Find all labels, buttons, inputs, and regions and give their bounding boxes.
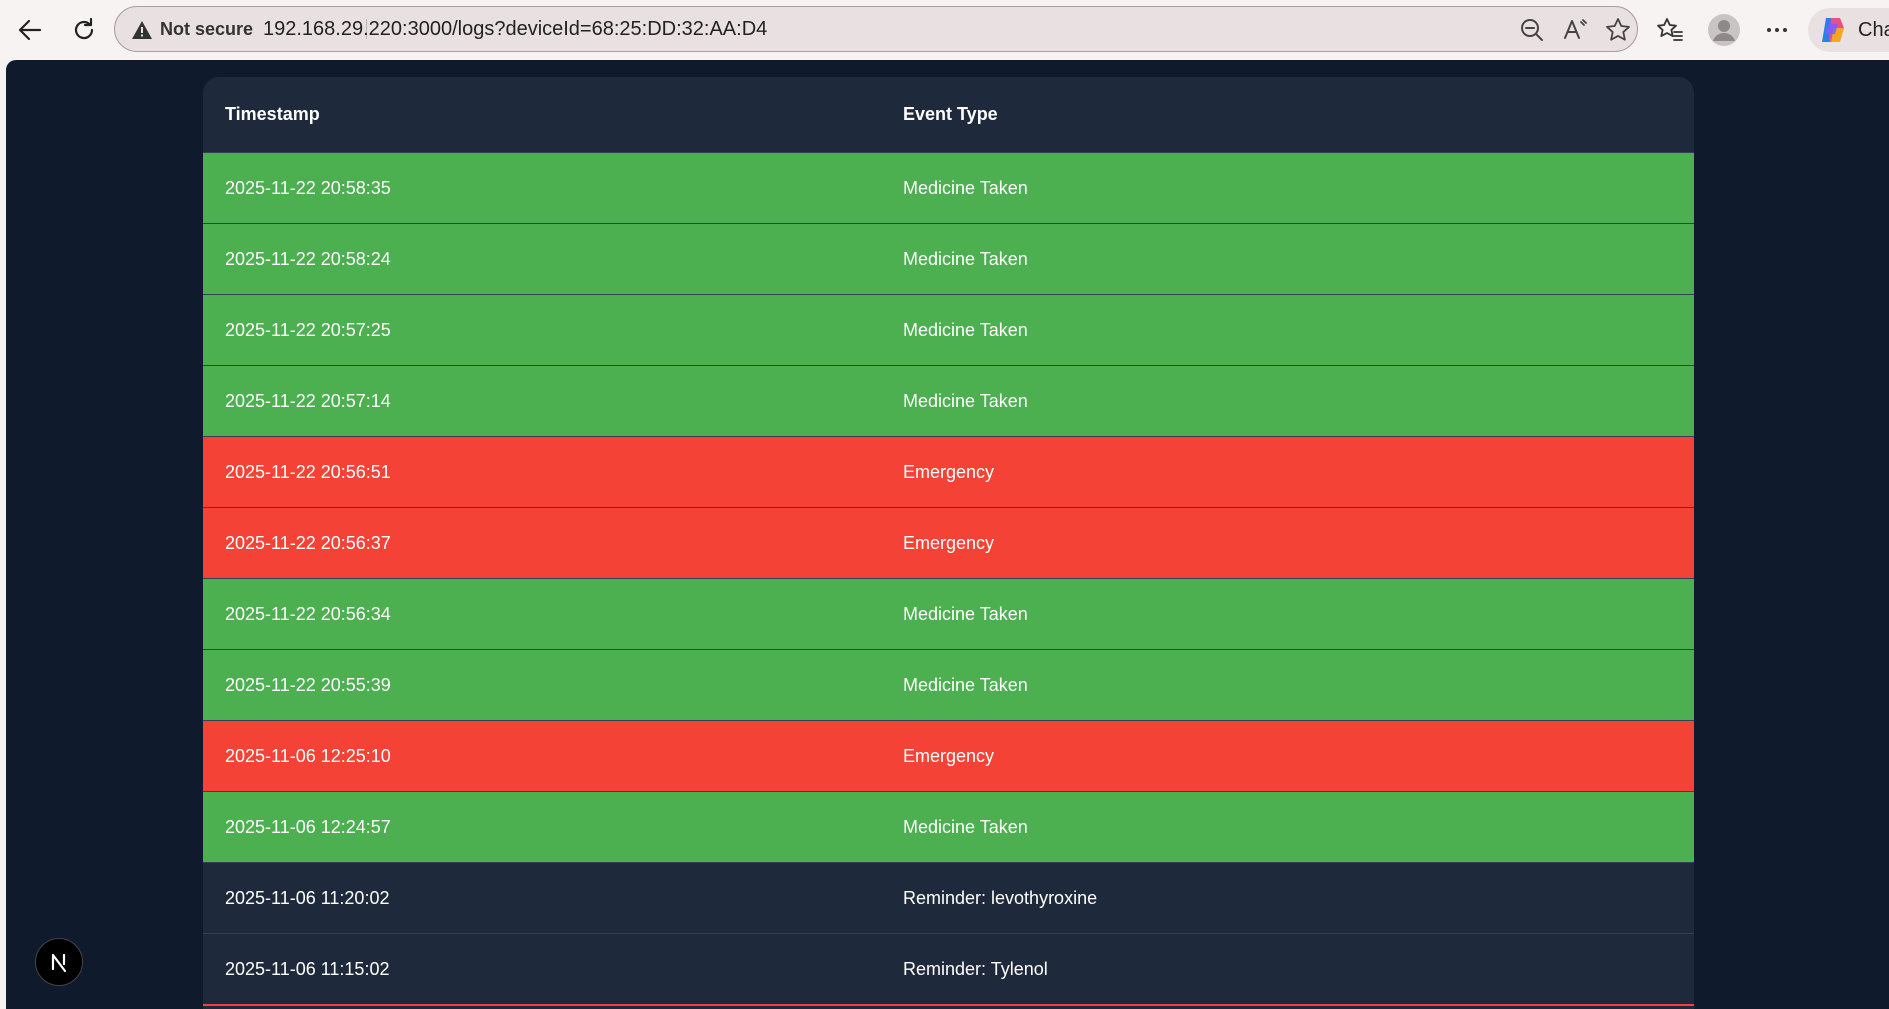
event-type-cell: Emergency — [903, 532, 995, 553]
timestamp-cell: 2025-11-06 11:15:02 — [225, 958, 390, 979]
table-row: 2025-11-06 11:20:02 Reminder: levothyrox… — [203, 862, 1694, 933]
table-row: 2025-11-22 20:57:25 Medicine Taken — [203, 294, 1694, 365]
refresh-icon[interactable] — [66, 12, 102, 48]
timestamp-cell: 2025-11-06 11:20:02 — [225, 887, 390, 908]
event-type-cell: Medicine Taken — [903, 177, 1028, 198]
copilot-icon — [1818, 15, 1848, 45]
timestamp-cell: 2025-11-22 20:58:24 — [225, 248, 391, 269]
table-row: 2025-11-22 20:56:34 Medicine Taken — [203, 578, 1694, 649]
event-type-cell: Emergency — [903, 461, 995, 482]
timestamp-cell: 2025-11-22 20:57:14 — [225, 390, 391, 411]
timestamp-cell: 2025-11-22 20:56:34 — [225, 603, 391, 624]
event-type-cell: Reminder: Tylenol — [903, 958, 1048, 979]
event-type-cell: Medicine Taken — [903, 603, 1028, 624]
event-type-cell: Medicine Taken — [903, 674, 1028, 695]
timestamp-cell: 2025-11-06 12:25:10 — [225, 745, 391, 766]
more-icon[interactable] — [1759, 12, 1795, 48]
copilot-label: Cha — [1858, 19, 1889, 41]
table-row: 2025-11-22 20:55:39 Medicine Taken — [203, 649, 1694, 720]
header-timestamp: Timestamp — [225, 104, 320, 124]
table-row: 2025-11-22 20:57:14 Medicine Taken — [203, 365, 1694, 436]
nextjs-logo-icon[interactable] — [35, 938, 83, 986]
table-row: 2025-11-06 12:25:10 Emergency — [203, 720, 1694, 791]
header-event-type: Event Type — [903, 104, 998, 124]
warning-triangle-icon[interactable] — [131, 19, 153, 41]
table-row: 2025-11-06 11:15:02 Reminder: Tylenol — [203, 933, 1694, 1004]
timestamp-cell: 2025-11-22 20:57:25 — [225, 319, 391, 340]
table-row: 2025-11-22 20:58:24 Medicine Taken — [203, 223, 1694, 294]
event-type-cell: Medicine Taken — [903, 816, 1028, 837]
table-header-row: Timestamp Event Type — [203, 77, 1694, 152]
table-row: 2025-11-22 20:56:37 Emergency — [203, 507, 1694, 578]
browser-toolbar: Not secure 192.168.29.220:3000/logs?devi… — [0, 0, 1889, 60]
table-row-partial — [203, 1004, 1694, 1009]
timestamp-cell: 2025-11-22 20:55:39 — [225, 674, 391, 695]
table-row: 2025-11-22 20:56:51 Emergency — [203, 436, 1694, 507]
read-aloud-icon[interactable] — [1561, 16, 1589, 44]
favorites-icon[interactable] — [1652, 12, 1688, 48]
event-type-cell: Medicine Taken — [903, 248, 1028, 269]
event-type-cell: Medicine Taken — [903, 319, 1028, 340]
event-type-cell: Medicine Taken — [903, 390, 1028, 411]
copilot-button[interactable]: Cha — [1808, 8, 1889, 52]
page-viewport: Timestamp Event Type 2025-11-22 20:58:35… — [6, 60, 1889, 1009]
event-type-cell: Reminder: levothyroxine — [903, 887, 1098, 908]
event-log-table: Timestamp Event Type 2025-11-22 20:58:35… — [203, 77, 1694, 1009]
profile-icon[interactable] — [1706, 12, 1742, 48]
security-label[interactable]: Not secure — [160, 7, 253, 51]
address-bar[interactable]: Not secure 192.168.29.220:3000/logs?devi… — [114, 6, 1638, 52]
timestamp-cell: 2025-11-06 12:24:57 — [225, 816, 391, 837]
timestamp-cell: 2025-11-22 20:58:35 — [225, 177, 391, 198]
star-icon[interactable] — [1604, 16, 1632, 44]
url-text[interactable]: 192.168.29.220:3000/logs?deviceId=68:25:… — [263, 7, 767, 51]
zoom-out-icon[interactable] — [1518, 16, 1546, 44]
event-type-cell: Emergency — [903, 745, 995, 766]
timestamp-cell: 2025-11-22 20:56:37 — [225, 532, 391, 553]
timestamp-cell: 2025-11-22 20:56:51 — [225, 461, 391, 482]
table-row: 2025-11-22 20:58:35 Medicine Taken — [203, 152, 1694, 223]
back-arrow-icon[interactable] — [12, 12, 48, 48]
table-row: 2025-11-06 12:24:57 Medicine Taken — [203, 791, 1694, 862]
